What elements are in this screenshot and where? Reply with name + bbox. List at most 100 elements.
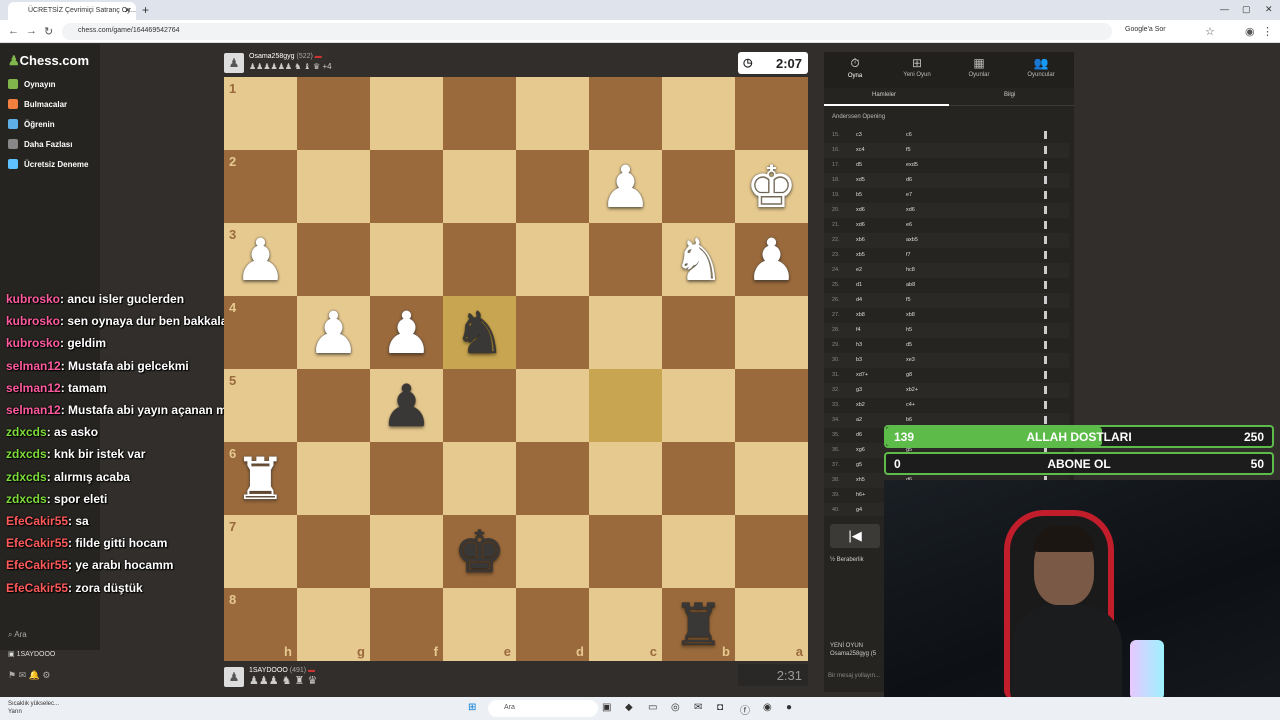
black-piece[interactable]: ♚ <box>443 515 516 588</box>
white-piece[interactable]: ♟ <box>370 296 443 369</box>
sidebar-item-2[interactable]: Öğrenin <box>8 119 55 129</box>
white-move[interactable]: xb6 <box>856 237 865 243</box>
white-move[interactable]: c3 <box>856 132 862 138</box>
move-row[interactable]: 20. xd6 xd6 <box>824 203 1069 218</box>
board-square[interactable] <box>297 515 370 588</box>
sidebar-item-0[interactable]: Oynayın <box>8 79 56 89</box>
white-piece[interactable]: ♚ <box>735 150 808 223</box>
white-piece[interactable]: ♜ <box>224 442 297 515</box>
maximize-icon[interactable]: ▢ <box>1242 4 1251 15</box>
board-square[interactable] <box>662 150 735 223</box>
move-row[interactable]: 32. g3 xb2+ <box>824 383 1069 398</box>
panel-tab-0[interactable]: ⏱ Oyna <box>824 56 886 79</box>
board-square[interactable]: 7 <box>224 515 297 588</box>
black-move[interactable]: b6 <box>906 417 912 423</box>
move-row[interactable]: 33. xb2 c4+ <box>824 398 1069 413</box>
first-move-button[interactable]: |◀ <box>830 524 880 548</box>
tab-info[interactable]: Bilgi <box>1004 92 1015 98</box>
chrome-icon[interactable]: ◉ <box>763 702 772 713</box>
board-square[interactable] <box>662 515 735 588</box>
board-square[interactable] <box>589 77 662 150</box>
board-square[interactable] <box>297 369 370 442</box>
board-square[interactable] <box>516 77 589 150</box>
board-square[interactable] <box>297 223 370 296</box>
move-row[interactable]: 15. c3 c6 <box>824 128 1069 143</box>
obs-icon[interactable]: ● <box>786 702 792 713</box>
instagram-icon[interactable]: ◘ <box>717 702 723 713</box>
board-square[interactable] <box>589 369 662 442</box>
white-move[interactable]: d4 <box>856 297 862 303</box>
new-tab-icon[interactable]: + <box>142 3 149 17</box>
black-move[interactable]: xe3 <box>906 357 915 363</box>
board-square[interactable]: d <box>516 588 589 661</box>
reload-icon[interactable]: ↻ <box>44 25 53 38</box>
tab-moves[interactable]: Hamleler <box>872 92 896 98</box>
black-move[interactable]: c4+ <box>906 402 915 408</box>
board-square[interactable]: 5 <box>224 369 297 442</box>
board-square[interactable] <box>370 77 443 150</box>
black-move[interactable]: axb5 <box>906 237 918 243</box>
move-row[interactable]: 30. b3 xe3 <box>824 353 1069 368</box>
board-square[interactable] <box>589 442 662 515</box>
white-move[interactable]: g3 <box>856 387 862 393</box>
white-piece[interactable]: ♟ <box>224 223 297 296</box>
black-piece[interactable]: ♟ <box>370 369 443 442</box>
white-move[interactable]: f4 <box>856 327 861 333</box>
white-move[interactable]: xd6 <box>856 222 865 228</box>
white-move[interactable]: e2 <box>856 267 862 273</box>
move-row[interactable]: 24. e2 hc8 <box>824 263 1069 278</box>
move-row[interactable]: 26. d4 f5 <box>824 293 1069 308</box>
weather-widget[interactable]: Sıcaklık yükselec... Yarın <box>8 700 59 716</box>
move-row[interactable]: 22. xb6 axb5 <box>824 233 1069 248</box>
sidebar-icons[interactable]: ⚑ ✉ 🔔 ⚙ <box>8 670 50 681</box>
black-move[interactable]: f5 <box>906 297 911 303</box>
black-move[interactable]: hc8 <box>906 267 915 273</box>
facebook-icon[interactable]: ⓕ <box>740 702 750 717</box>
top-player-avatar[interactable]: ♟ <box>224 53 244 73</box>
forward-icon[interactable]: → <box>26 25 37 37</box>
taskview-icon[interactable]: ▣ <box>602 702 611 713</box>
move-row[interactable]: 17. d5 exd5 <box>824 158 1069 173</box>
profile-icon[interactable]: ◉ <box>1245 25 1255 38</box>
board-square[interactable]: 8h <box>224 588 297 661</box>
board-square[interactable] <box>443 150 516 223</box>
white-move[interactable]: xh5 <box>856 477 865 483</box>
white-move[interactable]: xb2 <box>856 402 865 408</box>
chess-board[interactable]: 1 2 3 4 5 6 7 8 h g f e d c b a ♚ ♟ ♟ ♞ ♟ ♟ ♟ ♞ ♟ ♜ ♚ ♜ <box>224 77 808 661</box>
board-square[interactable] <box>735 296 808 369</box>
board-square[interactable] <box>516 150 589 223</box>
bookmark-icon[interactable]: ☆ <box>1205 25 1215 38</box>
white-move[interactable]: xc4 <box>856 147 865 153</box>
move-row[interactable]: 18. xd5 d6 <box>824 173 1069 188</box>
board-square[interactable] <box>370 515 443 588</box>
mail-icon[interactable]: ✉ <box>694 702 702 713</box>
panel-tab-2[interactable]: ▦ Oyunlar <box>948 56 1010 78</box>
black-move[interactable]: g8 <box>906 372 912 378</box>
board-square[interactable] <box>516 223 589 296</box>
board-square[interactable]: a <box>735 588 808 661</box>
white-move[interactable]: d1 <box>856 282 862 288</box>
move-row[interactable]: 21. xd6 e6 <box>824 218 1069 233</box>
black-piece[interactable]: ♜ <box>662 588 735 661</box>
move-row[interactable]: 29. h3 d5 <box>824 338 1069 353</box>
board-square[interactable] <box>297 77 370 150</box>
bottom-player-name[interactable]: 1SAYDOOO (491) ▬ <box>249 667 315 674</box>
board-square[interactable] <box>297 150 370 223</box>
board-square[interactable] <box>370 223 443 296</box>
panel-tab-3[interactable]: 👥 Oyuncular <box>1010 56 1072 78</box>
board-square[interactable] <box>516 369 589 442</box>
board-square[interactable] <box>297 442 370 515</box>
white-move[interactable]: xb5 <box>856 252 865 258</box>
black-move[interactable]: f5 <box>906 147 911 153</box>
sidebar-item-4[interactable]: Ücretsiz Deneme <box>8 159 88 169</box>
white-move[interactable]: xd6 <box>856 207 865 213</box>
move-row[interactable]: 23. xb5 f7 <box>824 248 1069 263</box>
url-field[interactable]: chess.com/game/164469542764 <box>62 23 1112 40</box>
white-piece[interactable]: ♞ <box>662 223 735 296</box>
white-move[interactable]: g5 <box>856 462 862 468</box>
chat-input[interactable]: Bir mesaj yollayın... <box>828 673 880 679</box>
board-square[interactable] <box>516 442 589 515</box>
black-piece[interactable]: ♞ <box>443 296 516 369</box>
black-move[interactable]: ab8 <box>906 282 915 288</box>
white-move[interactable]: h6+ <box>856 492 865 498</box>
